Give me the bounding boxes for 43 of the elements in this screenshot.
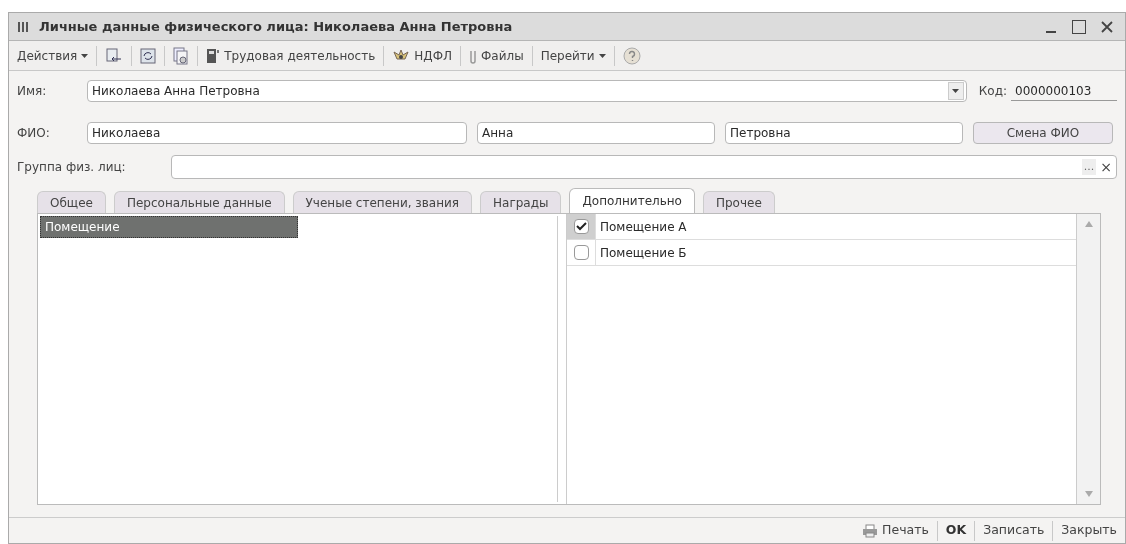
caret-icon <box>81 53 89 58</box>
clear-button[interactable]: × <box>1098 156 1114 178</box>
tab[interactable]: Дополнительно <box>569 188 695 213</box>
book-icon <box>206 47 221 64</box>
window-title: Личные данные физического лица: Николаева Анна Петровна <box>39 17 513 36</box>
field-label: Группа физ. лиц: <box>17 159 127 176</box>
name-field[interactable]: Николаева Анна Петровна <box>87 80 967 102</box>
footer-button[interactable]: Записать <box>979 521 1049 540</box>
help-icon <box>622 46 641 65</box>
tab[interactable]: Ученые степени, звания <box>292 191 472 213</box>
ok-button[interactable]: OK <box>941 521 971 540</box>
toolbar-button[interactable]: НДФЛ <box>388 43 456 68</box>
menu-button[interactable]: Действия <box>13 43 93 68</box>
checkbox[interactable] <box>573 219 589 234</box>
refresh-icon <box>140 47 157 64</box>
change-name-button[interactable]: Смена ФИО <box>973 122 1113 144</box>
menu-button[interactable]: Перейти <box>536 43 610 68</box>
document-icon <box>173 46 190 65</box>
tab[interactable]: Персональные данные <box>113 191 285 213</box>
code-field[interactable]: 0000000103 <box>1011 81 1117 101</box>
window-icon <box>17 20 31 33</box>
tab[interactable]: Прочее <box>702 191 775 213</box>
field-label: Код: <box>978 83 1007 100</box>
list-item[interactable]: Помещение <box>40 216 298 238</box>
caret-icon <box>952 89 960 93</box>
first-name-field[interactable]: Анна <box>477 122 715 144</box>
caret-icon <box>598 53 606 58</box>
tab[interactable]: Общее <box>37 191 106 213</box>
toolbar-button[interactable]: Трудовая деятельность <box>202 43 380 68</box>
import-icon <box>105 47 124 64</box>
field-label: Имя: <box>17 83 48 100</box>
print-button[interactable]: Печать <box>858 521 933 540</box>
footer-button[interactable]: Закрыть <box>1057 521 1121 540</box>
toolbar-button[interactable]: Файлы <box>465 43 528 68</box>
surname-field[interactable]: Николаева <box>87 122 467 144</box>
checkbox[interactable] <box>573 245 589 260</box>
select-button[interactable]: ... <box>1081 158 1097 176</box>
tab[interactable]: Награды <box>480 191 562 213</box>
printer-icon <box>862 523 879 538</box>
patronymic-field[interactable]: Петровна <box>725 122 963 144</box>
dropdown-button[interactable] <box>947 82 964 100</box>
group-field[interactable]: ... × <box>171 155 1117 179</box>
field-label: ФИО: <box>17 125 51 142</box>
